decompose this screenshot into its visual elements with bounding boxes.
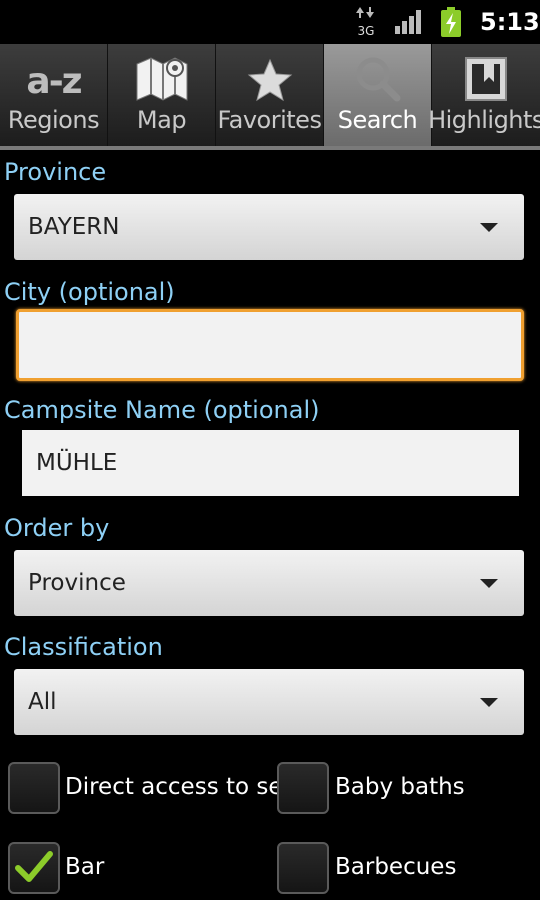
signal-icon: [394, 0, 424, 44]
tab-search[interactable]: Search: [324, 44, 432, 148]
checkmark-icon: [15, 851, 53, 882]
az-icon-text: a-z: [26, 61, 82, 102]
classification-value: All: [28, 689, 57, 715]
city-input[interactable]: [16, 309, 524, 381]
baby-baths-checkbox[interactable]: [277, 762, 329, 814]
chevron-down-icon: [480, 698, 498, 707]
province-value: BAYERN: [28, 214, 120, 240]
order-by-value: Province: [28, 570, 126, 596]
city-label: City (optional): [4, 278, 175, 306]
az-icon: a-z: [0, 44, 107, 102]
tab-map[interactable]: Map: [108, 44, 216, 148]
tab-map-label: Map: [136, 106, 187, 134]
clock: 5:13: [480, 8, 540, 36]
order-by-label: Order by: [4, 514, 110, 542]
bar-label: Bar: [65, 854, 105, 880]
baby-baths-label: Baby baths: [335, 774, 465, 800]
barbecues-label: Barbecues: [335, 854, 457, 880]
battery-charging-icon: [440, 0, 464, 44]
data-arrows-icon: 3G: [354, 0, 378, 44]
tab-favorites-label: Favorites: [217, 106, 322, 134]
tab-favorites[interactable]: Favorites: [216, 44, 324, 148]
network-type-label: 3G: [358, 24, 375, 38]
chevron-down-icon: [480, 579, 498, 588]
direct-access-sea-label: Direct access to sea: [65, 774, 297, 800]
province-label: Province: [4, 158, 107, 186]
map-icon: [108, 44, 215, 102]
bar-checkbox[interactable]: [8, 842, 60, 894]
tab-regions[interactable]: a-z Regions: [0, 44, 108, 148]
chevron-down-icon: [480, 223, 498, 232]
tab-underline: [0, 146, 540, 150]
tab-search-label: Search: [337, 106, 418, 134]
classification-label: Classification: [4, 633, 163, 661]
classification-dropdown[interactable]: All: [14, 669, 524, 735]
order-by-dropdown[interactable]: Province: [14, 550, 524, 616]
bookmark-icon: [432, 44, 540, 102]
tab-bar: a-z Regions Map Favorites Search Highlig…: [0, 44, 540, 148]
tab-regions-label: Regions: [7, 106, 100, 134]
barbecues-checkbox[interactable]: [277, 842, 329, 894]
status-bar: 3G 5:13: [0, 0, 540, 44]
province-dropdown[interactable]: BAYERN: [14, 194, 524, 260]
campsite-name-label: Campsite Name (optional): [4, 396, 320, 424]
tab-highlights[interactable]: Highlights: [428, 44, 540, 148]
tab-highlights-label: Highlights: [428, 106, 540, 134]
search-icon: [324, 44, 431, 102]
campsite-name-input[interactable]: MÜHLE: [22, 430, 519, 496]
direct-access-sea-checkbox[interactable]: [8, 762, 60, 814]
star-icon: [216, 44, 323, 102]
